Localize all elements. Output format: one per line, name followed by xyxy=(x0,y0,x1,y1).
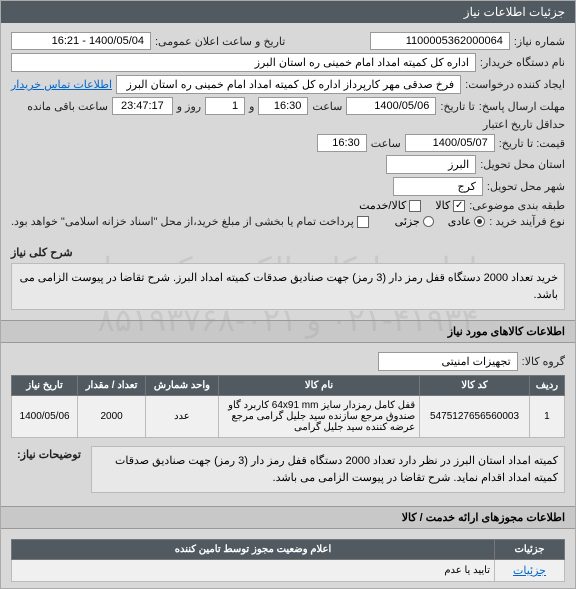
process-label: نوع فرآیند خرید : xyxy=(489,215,565,228)
checkbox-icon xyxy=(409,200,421,212)
announce-label: تاریخ و ساعت اعلان عمومی: xyxy=(155,35,285,48)
checkbox-icon xyxy=(357,216,369,228)
th-qty: تعداد / مقدار xyxy=(78,376,146,396)
accept-cell: تایید یا عدم xyxy=(12,560,495,582)
validity-date: 1400/05/07 xyxy=(405,134,495,152)
price-until-label: قیمت: تا تاریخ: xyxy=(499,137,565,150)
process-full[interactable]: عادی xyxy=(448,215,485,228)
detail-link[interactable]: جزئیات xyxy=(513,565,546,577)
countdown: 23:47:17 xyxy=(112,97,173,115)
page-header: جزئیات اطلاعات نیاز xyxy=(1,1,575,23)
until-label: تا تاریخ: xyxy=(440,100,474,113)
validity-time: 16:30 xyxy=(317,134,367,152)
province-value: البرز xyxy=(386,155,476,174)
radio-icon xyxy=(474,216,485,227)
notes-text: کمیته امداد استان البرز در نظر دارد تعدا… xyxy=(91,446,565,493)
group-value: تجهیزات امنیتی xyxy=(378,352,518,371)
th-date: تاریخ نیاز xyxy=(12,376,78,396)
category-service[interactable]: کالا/خدمت xyxy=(359,199,421,212)
radio-icon xyxy=(423,216,434,227)
process-partial[interactable]: جزئی xyxy=(395,215,434,228)
permits-section-title: اطلاعات مجوزهای ارائه خدمت / کالا xyxy=(1,506,575,529)
table-row: 1 5475127656560003 قفل کامل رمزدار سایز … xyxy=(12,396,565,438)
goods-section-title: اطلاعات کالاهای مورد نیاز xyxy=(1,320,575,343)
category-label: طبقه بندی موضوعی: xyxy=(469,199,565,212)
deadline-time: 16:30 xyxy=(258,97,308,115)
desc-title: شرح کلی نیاز xyxy=(11,246,73,259)
th-row: ردیف xyxy=(529,376,564,396)
buyer-label: نام دستگاه خریدار: xyxy=(480,56,565,69)
desc-text: خرید تعداد 2000 دستگاه قفل رمز دار (3 رم… xyxy=(11,263,565,310)
th-code: کد کالا xyxy=(420,376,530,396)
validity-label: حداقل تاریخ اعتبار xyxy=(483,118,565,131)
th-name: نام کالا xyxy=(218,376,419,396)
table-row: جزئیات تایید یا عدم xyxy=(12,560,565,582)
deadline-label: مهلت ارسال پاسخ: xyxy=(479,100,565,113)
remaining-label: ساعت باقی مانده xyxy=(27,100,108,113)
city-value: کرج xyxy=(393,177,483,196)
contact-link[interactable]: اطلاعات تماس خریدار xyxy=(11,78,112,91)
need-no-value: 1100005362000064 xyxy=(370,32,510,50)
need-no-label: شماره نیاز: xyxy=(514,35,565,48)
table-header-row: ردیف کد کالا نام کالا واحد شمارش تعداد /… xyxy=(12,376,565,396)
days-value: 1 xyxy=(205,97,245,115)
th-unit: واحد شمارش xyxy=(146,376,219,396)
deadline-date: 1400/05/06 xyxy=(346,97,436,115)
province-label: استان محل تحویل: xyxy=(480,158,565,171)
goods-table: ردیف کد کالا نام کالا واحد شمارش تعداد /… xyxy=(11,375,565,438)
requester-value: فرخ صدقی مهر کارپرداز اداره کل کمیته امد… xyxy=(116,75,461,94)
city-label: شهر محل تحویل: xyxy=(487,180,565,193)
requester-label: ایجاد کننده درخواست: xyxy=(465,78,565,91)
buyer-value: اداره کل کمیته امداد امام خمینی ره استان… xyxy=(11,53,476,72)
status-table: جزئیات اعلام وضعیت مجوز توسط تامین کننده… xyxy=(11,539,565,582)
checkbox-icon xyxy=(453,200,465,212)
announce-value: 1400/05/04 - 16:21 xyxy=(11,32,151,50)
page-title: جزئیات اطلاعات نیاز xyxy=(464,5,565,19)
category-goods[interactable]: کالا xyxy=(435,199,465,212)
group-label: گروه کالا: xyxy=(522,355,565,368)
payment-note-check[interactable]: پرداخت تمام یا بخشی از مبلغ خرید،از محل … xyxy=(11,215,369,228)
notes-label: توضیحات نیاز: xyxy=(11,442,87,467)
